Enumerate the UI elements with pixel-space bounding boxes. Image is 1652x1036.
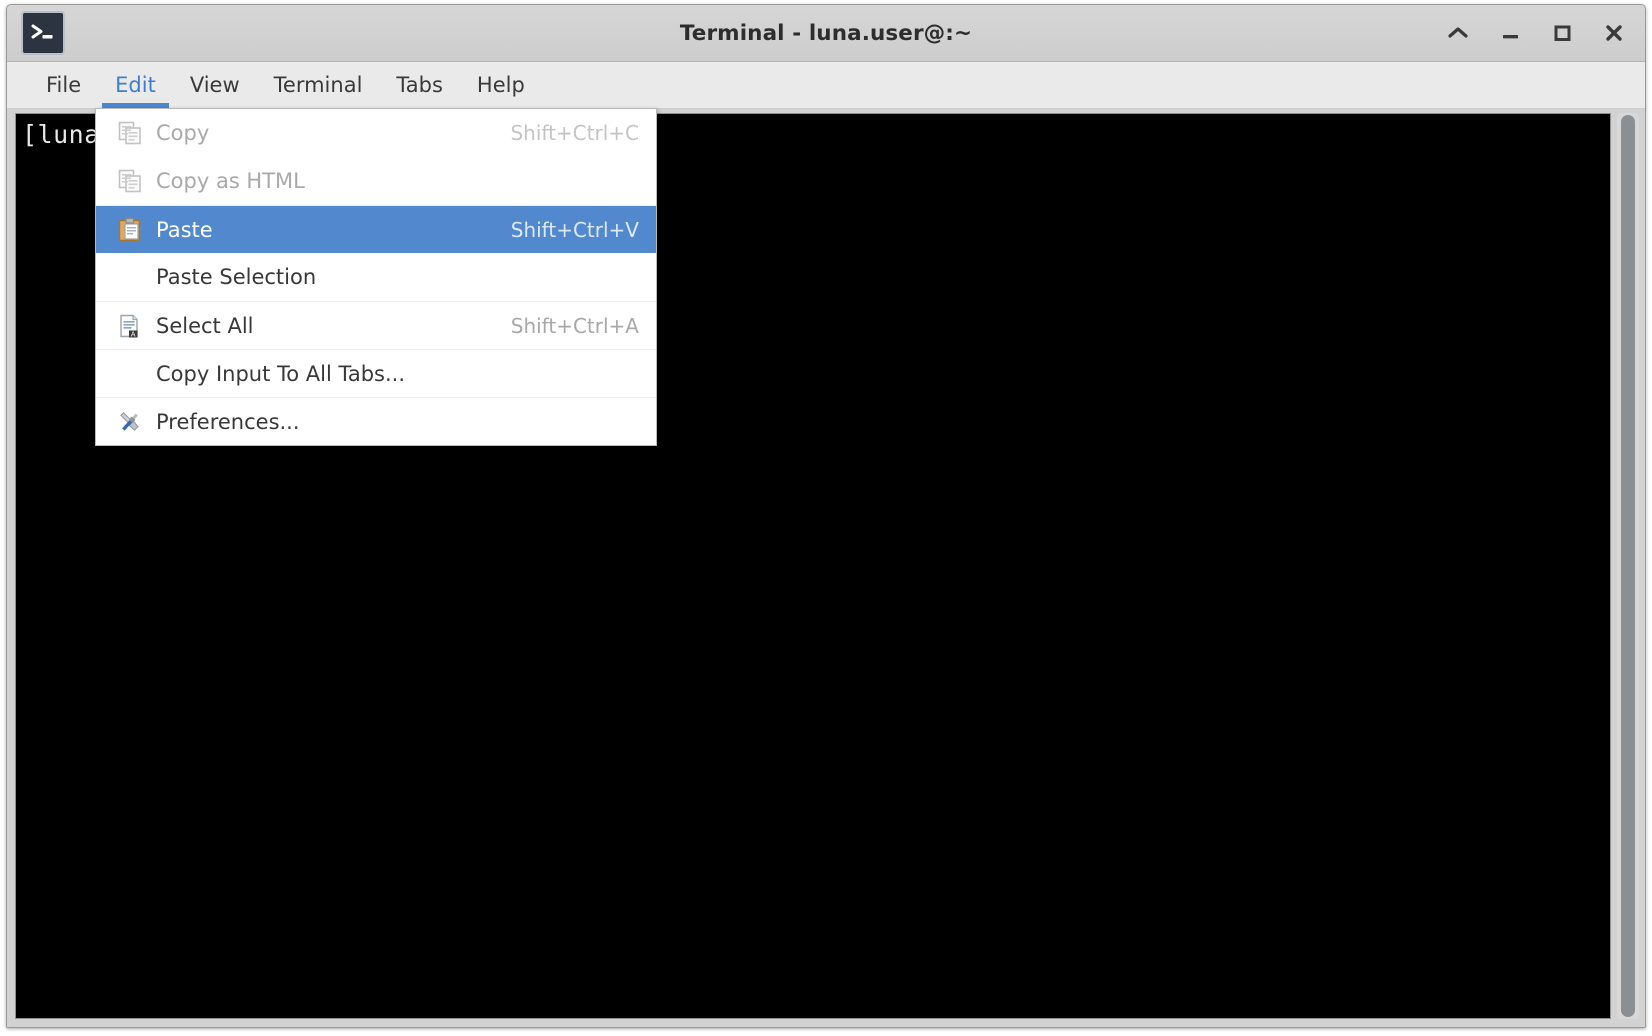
menubar-label: Edit [115,73,156,97]
menu-item-label: Paste Selection [156,265,317,289]
shade-button[interactable] [1445,20,1471,46]
menu-item-label: Preferences... [156,409,300,434]
menu-item-copy-input-to-all-tabs[interactable]: Copy Input To All Tabs... [96,349,656,397]
window-title: Terminal - luna.user@:~ [679,20,973,46]
svg-text:A: A [131,330,136,338]
close-button[interactable] [1601,20,1627,46]
select-all-icon: A [112,313,148,339]
menu-item-accel: Shift+Ctrl+A [510,313,639,338]
menu-item-copy[interactable]: Copy Shift+Ctrl+C [96,109,656,157]
menubar-item-view[interactable]: View [173,62,257,108]
scrollbar-thumb[interactable] [1621,115,1635,1017]
menu-item-label: Paste [156,217,213,242]
menu-item-paste-selection[interactable]: Paste Selection [96,253,656,301]
window-controls [1445,5,1627,61]
menubar-item-help[interactable]: Help [460,62,542,108]
menu-item-preferences[interactable]: Preferences... [96,397,656,445]
menu-item-paste[interactable]: Paste Shift+Ctrl+V [96,205,656,253]
terminal-scrollbar[interactable] [1617,113,1639,1019]
title-bar[interactable]: Terminal - luna.user@:~ [7,5,1645,62]
menu-bar: File Edit View Terminal Tabs Help [7,62,1645,109]
preferences-icon [112,408,148,436]
terminal-window: Terminal - luna.user@:~ File Edit View T… [6,4,1646,1028]
menubar-label: Terminal [273,73,363,97]
paste-icon [112,217,148,243]
menubar-label: Help [476,73,525,97]
copy-icon [112,120,148,146]
menu-item-accel: Shift+Ctrl+V [510,217,639,242]
copy-html-icon [112,168,148,194]
minimize-button[interactable] [1497,20,1523,46]
menu-item-label: Copy Input To All Tabs... [156,361,406,386]
menubar-item-edit[interactable]: Edit [98,62,173,108]
menu-item-copy-as-html[interactable]: Copy as HTML [96,157,656,205]
menubar-item-file[interactable]: File [29,62,98,108]
menubar-label: Tabs [396,73,443,97]
menu-item-select-all[interactable]: A Select All Shift+Ctrl+A [96,301,656,349]
menubar-item-terminal[interactable]: Terminal [257,62,380,108]
menu-item-label: Copy as HTML [156,169,305,193]
menu-item-accel: Shift+Ctrl+C [510,121,639,145]
menubar-label: View [189,73,240,97]
menubar-item-tabs[interactable]: Tabs [379,62,460,108]
terminal-icon [21,11,65,55]
maximize-button[interactable] [1549,20,1575,46]
menubar-label: File [46,73,82,97]
menu-item-label: Copy [156,121,210,145]
edit-menu-dropdown: Copy Shift+Ctrl+C Copy as HTML Paste Shi… [95,108,657,446]
menu-item-label: Select All [156,313,254,338]
